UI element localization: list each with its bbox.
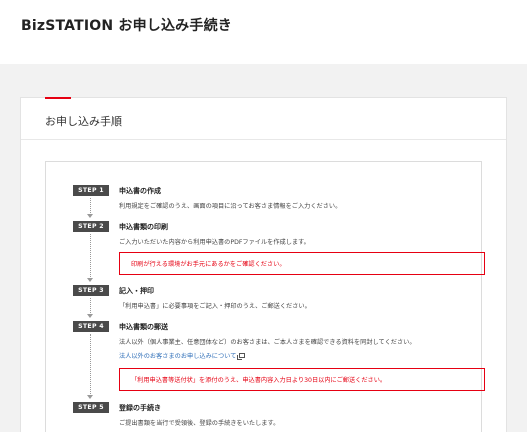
step-connector xyxy=(90,234,91,279)
steps-panel: STEP 1 申込書の作成 利用規定をご確認のうえ、画面の項目に沿ってお客さま情… xyxy=(45,161,485,432)
step-4-description: 法人以外（個人事業主、任意団体など）のお客さまは、ご本人さまを確認できる資料を同… xyxy=(119,339,416,346)
down-arrow-icon xyxy=(87,278,93,282)
step-4-title: 申込書類の郵送 xyxy=(119,323,168,331)
step-5-description: ご提出書類を当行で受領後、登録の手続きをいたします。 xyxy=(119,420,280,427)
step-3-description: 「利用申込書」に必要事項をご記入・押印のうえ、ご郵送ください。 xyxy=(119,303,311,310)
step-5-badge: STEP 5 xyxy=(73,402,109,413)
card-divider xyxy=(21,139,506,140)
page-title: BizSTATION お申し込み手続き xyxy=(21,18,232,34)
down-arrow-icon xyxy=(87,214,93,218)
non-corporate-info-link-label: 法人以外のお客さまのお申し込みについて xyxy=(119,353,237,360)
procedure-card: お申し込み手順 STEP 1 申込書の作成 利用規定をご確認のうえ、画面の項目に… xyxy=(20,97,507,432)
down-arrow-icon xyxy=(87,314,93,318)
non-corporate-info-link[interactable]: 法人以外のお客さまのお申し込みについて xyxy=(119,351,246,360)
step-connector xyxy=(90,198,91,215)
header-bar: BizSTATION お申し込み手続き xyxy=(0,0,527,64)
step-2-title: 申込書類の印刷 xyxy=(119,223,168,231)
down-arrow-icon xyxy=(87,395,93,399)
step-5-title: 登録の手続き xyxy=(119,404,161,412)
step-3-badge: STEP 3 xyxy=(73,285,109,296)
step-4-alert: 「利用申込書等送付状」を添付のうえ、申込書内容入力日より30日以内にご郵送くださ… xyxy=(119,368,485,391)
step-connector xyxy=(90,298,91,315)
step-4-badge: STEP 4 xyxy=(73,321,109,332)
step-1-title: 申込書の作成 xyxy=(119,187,161,195)
step-connector xyxy=(90,334,91,396)
step-1-description: 利用規定をご確認のうえ、画面の項目に沿ってお客さま情報をご入力ください。 xyxy=(119,203,342,210)
step-1-badge: STEP 1 xyxy=(73,185,109,196)
external-window-icon xyxy=(237,353,246,360)
card-title: お申し込み手順 xyxy=(45,115,122,128)
step-2-alert: 印刷が行える環境がお手元にあるかをご確認ください。 xyxy=(119,252,485,275)
step-2-badge: STEP 2 xyxy=(73,221,109,232)
card-accent-bar xyxy=(45,97,71,99)
step-3-title: 記入・押印 xyxy=(119,287,154,295)
step-2-description: ご入力いただいた内容から利用申込書のPDFファイルを作成します。 xyxy=(119,239,310,246)
